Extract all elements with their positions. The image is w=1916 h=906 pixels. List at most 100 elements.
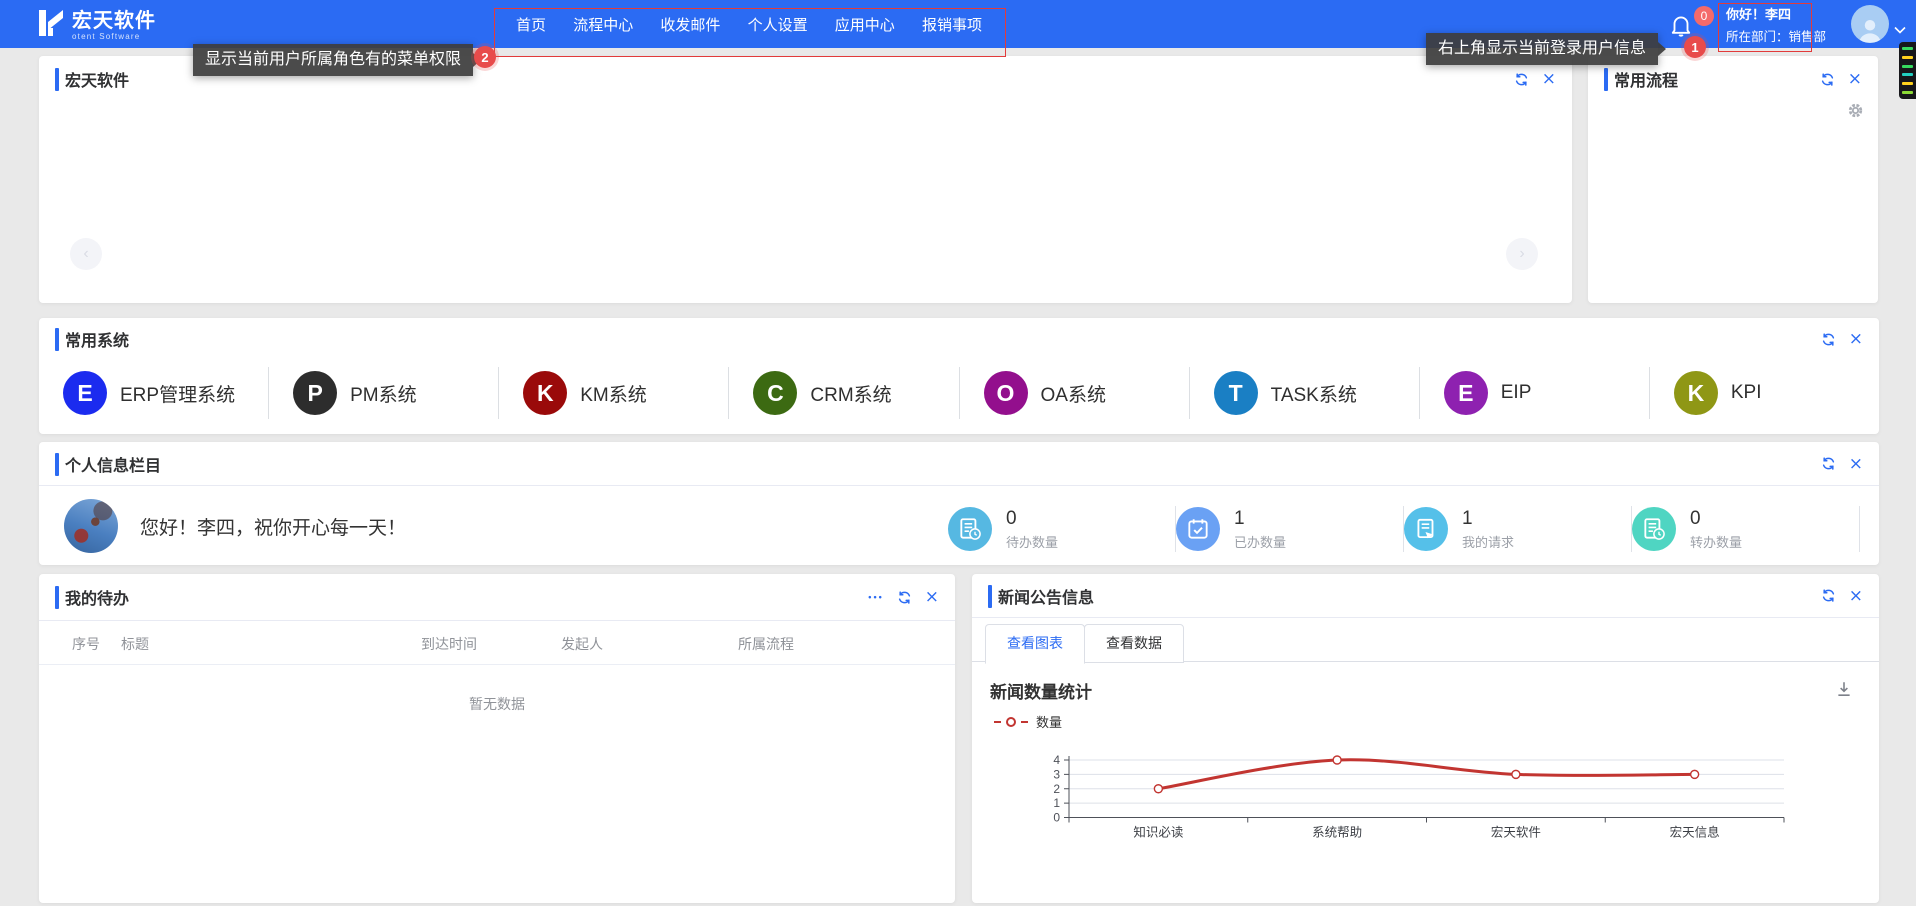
system-label: KPI: [1731, 382, 1762, 404]
refresh-icon[interactable]: [1821, 332, 1836, 347]
brand-title: 宏天软件: [72, 10, 156, 32]
svg-text:1: 1: [1053, 796, 1060, 810]
close-icon[interactable]: ×: [1542, 72, 1556, 86]
stat-value: 1: [1234, 508, 1286, 529]
close-icon[interactable]: ×: [1849, 589, 1863, 603]
todo-column-header[interactable]: 到达时间: [421, 634, 477, 654]
tour-tooltip-menu: 显示当前用户所属角色有的菜单权限: [193, 44, 473, 76]
download-icon[interactable]: [1835, 680, 1853, 703]
data-point[interactable]: [1154, 785, 1162, 793]
panel-title: 宏天软件: [55, 67, 129, 91]
notification-badge: 0: [1694, 6, 1714, 26]
refresh-icon[interactable]: [1820, 72, 1835, 87]
close-icon[interactable]: ×: [1849, 457, 1863, 471]
stat-label: 转办数量: [1690, 532, 1742, 551]
todo-list-clock-icon: [948, 507, 992, 551]
main-nav: 首页 流程中心 收发邮件 个人设置 应用中心 报销事项: [494, 0, 1004, 48]
system-letter-icon: K: [523, 371, 567, 415]
system-item-EIP[interactable]: EEIP: [1420, 371, 1649, 415]
nav-item-5[interactable]: 报销事项: [922, 14, 982, 35]
stat-label: 已办数量: [1234, 532, 1286, 551]
x-axis-label: 宏天软件: [1491, 825, 1541, 840]
refresh-icon[interactable]: [1821, 588, 1836, 603]
personal-stat-转办数量[interactable]: 0转办数量: [1632, 497, 1860, 561]
tab-view-data[interactable]: 查看数据: [1084, 624, 1184, 663]
panel-title: 常用流程: [1604, 67, 1678, 91]
panel-my-todo: 我的待办 ••• × 序号 标题 到达时间 发起人 所属流程 暂无数据: [39, 574, 955, 903]
system-letter-icon: P: [293, 371, 337, 415]
system-label: OA系统: [1041, 380, 1106, 407]
browser-extension-widget[interactable]: [1899, 42, 1916, 99]
personal-stats: 0待办数量 1 已办数量 1我的请求0转办数量: [948, 497, 1860, 561]
panel-title: 我的待办: [55, 585, 129, 609]
system-letter-icon: E: [63, 371, 107, 415]
todo-column-header[interactable]: 序号: [72, 634, 100, 654]
system-label: PM系统: [350, 380, 417, 407]
nav-item-0[interactable]: 首页: [516, 14, 546, 35]
panel-common-systems: 常用系统 × EERP管理系统PPM系统KKM系统CCRM系统OOA系统TTAS…: [39, 318, 1879, 434]
panel-personal-info: 个人信息栏目 × 您好！李四，祝你开心每一天！ 0待办数量 1 已办数量 1我的请求0…: [39, 442, 1879, 565]
personal-stat-我的请求[interactable]: 1我的请求: [1404, 497, 1632, 561]
system-label: KM系统: [580, 380, 647, 407]
nav-item-2[interactable]: 收发邮件: [660, 14, 720, 35]
gear-icon[interactable]: [1847, 102, 1864, 124]
system-item-PM系统[interactable]: P PM系统: [269, 371, 498, 415]
personal-stat-已办数量[interactable]: 1 已办数量: [1176, 497, 1404, 561]
close-icon[interactable]: ×: [925, 590, 939, 604]
data-point[interactable]: [1333, 756, 1341, 764]
system-letter-icon: C: [753, 371, 797, 415]
refresh-icon[interactable]: [1514, 72, 1529, 87]
chevron-down-icon[interactable]: [1894, 21, 1906, 39]
bell-icon[interactable]: [1668, 12, 1694, 38]
svg-text:2: 2: [1053, 782, 1060, 796]
carousel-prev-icon[interactable]: ‹: [70, 238, 102, 270]
panel-title: 个人信息栏目: [55, 452, 161, 476]
close-icon[interactable]: ×: [1849, 332, 1863, 346]
tour-tooltip-user: 右上角显示当前登录用户信息: [1426, 33, 1658, 65]
panel-common-flows: 常用流程 ×: [1588, 56, 1878, 303]
panel-news-announcements: 新闻公告信息 × 查看图表查看数据 新闻数量统计 数量 01234知识必读系统帮…: [972, 574, 1879, 903]
stat-label: 待办数量: [1006, 532, 1058, 551]
panel-title: 新闻公告信息: [988, 584, 1094, 608]
stat-label: 我的请求: [1462, 532, 1514, 551]
user-greeting: 你好！李四: [1726, 7, 1826, 22]
nav-item-1[interactable]: 流程中心: [573, 14, 633, 35]
system-letter-icon: O: [984, 371, 1028, 415]
system-item-KPI[interactable]: K KPI: [1650, 371, 1879, 415]
user-avatar-icon[interactable]: [1851, 5, 1889, 43]
refresh-icon[interactable]: [1821, 456, 1836, 471]
system-letter-icon: K: [1674, 371, 1718, 415]
system-label: EIP: [1501, 382, 1532, 404]
personal-stat-待办数量[interactable]: 0待办数量: [948, 497, 1176, 561]
svg-text:3: 3: [1053, 767, 1060, 781]
brand-logo[interactable]: 宏天软件 otent Software: [38, 7, 156, 44]
brand-subtitle: otent Software: [72, 32, 156, 41]
nav-item-4[interactable]: 应用中心: [835, 14, 895, 35]
more-icon[interactable]: •••: [868, 590, 883, 604]
tab-view-chart[interactable]: 查看图表: [985, 624, 1085, 664]
user-info[interactable]: 你好！李四 所在部门：销售部: [1726, 7, 1826, 44]
data-point[interactable]: [1512, 770, 1520, 778]
system-item-TASK系统[interactable]: TTASK系统: [1190, 371, 1419, 415]
user-department: 所在部门：销售部: [1726, 30, 1826, 44]
system-item-ERP管理系统[interactable]: EERP管理系统: [39, 371, 268, 415]
carousel-next-icon[interactable]: ›: [1506, 238, 1538, 270]
chart-legend[interactable]: 数量: [994, 712, 1062, 731]
empty-state-text: 暂无数据: [39, 694, 955, 714]
tour-step-badge: 1: [1684, 36, 1706, 58]
welcome-message: 您好！李四，祝你开心每一天！: [140, 513, 406, 540]
system-item-KM系统[interactable]: K KM系统: [499, 371, 728, 415]
system-item-CRM系统[interactable]: CCRM系统: [729, 371, 958, 415]
refresh-icon[interactable]: [897, 590, 912, 605]
system-item-OA系统[interactable]: O OA系统: [960, 371, 1189, 415]
todo-column-header[interactable]: 标题: [121, 634, 149, 654]
todo-column-header[interactable]: 发起人: [561, 634, 603, 654]
x-axis-label: 系统帮助: [1312, 826, 1362, 840]
todo-column-header[interactable]: 所属流程: [738, 634, 794, 654]
nav-item-3[interactable]: 个人设置: [748, 14, 808, 35]
close-icon[interactable]: ×: [1848, 72, 1862, 86]
tour-step-badge: 2: [474, 46, 496, 68]
data-point[interactable]: [1691, 770, 1699, 778]
request-doc-icon: [1404, 507, 1448, 551]
chart-title: 新闻数量统计: [990, 678, 1092, 703]
